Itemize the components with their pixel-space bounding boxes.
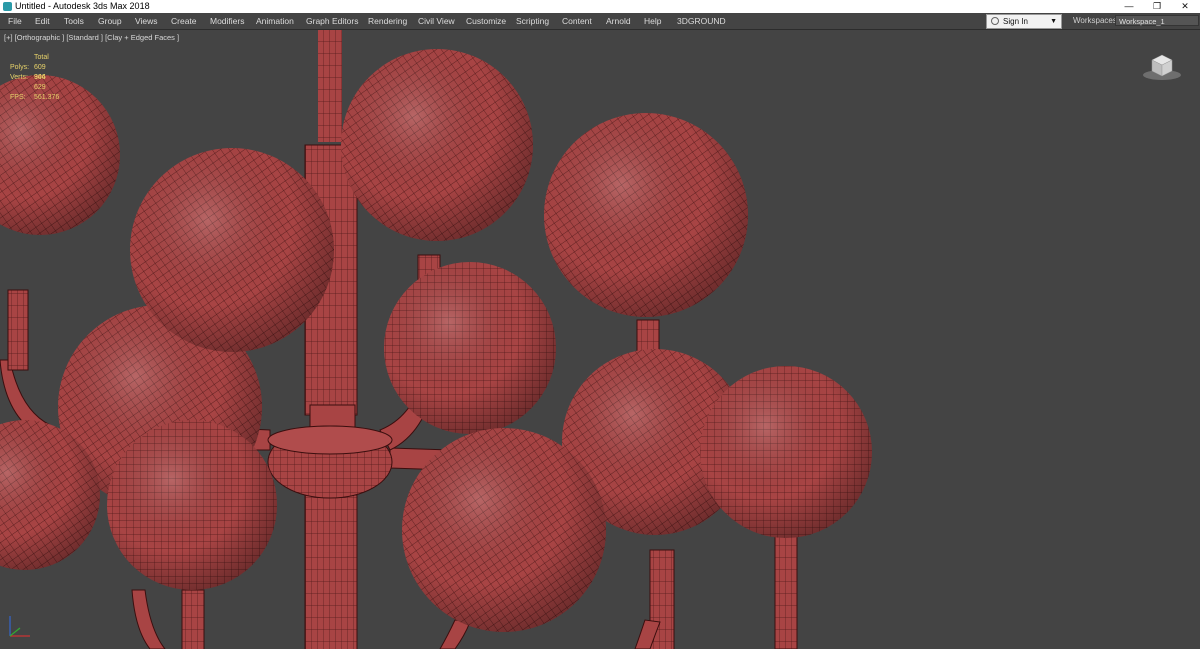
menu-modifiers[interactable]: Modifiers <box>210 13 244 29</box>
viewport[interactable]: [+] [Orthographic ] [Standard ] [Clay + … <box>0 30 1200 649</box>
menu-customize[interactable]: Customize <box>466 13 506 29</box>
menu-edit[interactable]: Edit <box>35 13 50 29</box>
polys-label: Polys: <box>10 64 30 71</box>
chandelier-model <box>0 30 872 649</box>
fps-value: 561.376 <box>34 94 60 101</box>
maximize-button[interactable]: ❐ <box>1143 0 1171 13</box>
menu-create[interactable]: Create <box>171 13 197 29</box>
fps-label: FPS: <box>10 94 26 101</box>
sign-in-label: Sign In <box>1003 17 1028 26</box>
stats-header: Total <box>34 54 49 61</box>
close-button[interactable]: ✕ <box>1171 0 1199 13</box>
viewport-label[interactable]: [+] [Orthographic ] [Standard ] [Clay + … <box>4 33 179 42</box>
verts-value: 306 629 <box>34 74 46 91</box>
app-icon <box>3 2 12 11</box>
menu-civil-view[interactable]: Civil View <box>418 13 455 29</box>
axis-tripod-icon <box>9 616 30 637</box>
scene-render <box>0 30 872 649</box>
sign-in-dropdown[interactable]: Sign In ▼ <box>986 14 1062 29</box>
menu-rendering[interactable]: Rendering <box>368 13 407 29</box>
title-bar: Untitled - Autodesk 3ds Max 2018 — ❐ ✕ <box>0 0 1200 13</box>
menu-scripting[interactable]: Scripting <box>516 13 549 29</box>
menu-group[interactable]: Group <box>98 13 122 29</box>
minimize-button[interactable]: — <box>1115 0 1143 13</box>
menu-content[interactable]: Content <box>562 13 592 29</box>
verts-label: Verts: <box>10 74 28 81</box>
viewcube-icon[interactable] <box>1142 52 1182 82</box>
workspaces-label: Workspaces: <box>1073 16 1120 25</box>
menu-animation[interactable]: Animation <box>256 13 294 29</box>
chevron-down-icon: ▼ <box>1050 18 1057 25</box>
menu-file[interactable]: File <box>8 13 22 29</box>
user-icon <box>991 17 999 25</box>
menu-tools[interactable]: Tools <box>64 13 84 29</box>
menu-help[interactable]: Help <box>644 13 661 29</box>
menu-views[interactable]: Views <box>135 13 158 29</box>
menu-graph-editors[interactable]: Graph Editors <box>306 13 358 29</box>
menu-3dground[interactable]: 3DGROUND <box>677 13 726 29</box>
window-title: Untitled - Autodesk 3ds Max 2018 <box>15 1 150 11</box>
workspace-select[interactable]: Workspace_1 <box>1115 15 1199 26</box>
menu-arnold[interactable]: Arnold <box>606 13 631 29</box>
